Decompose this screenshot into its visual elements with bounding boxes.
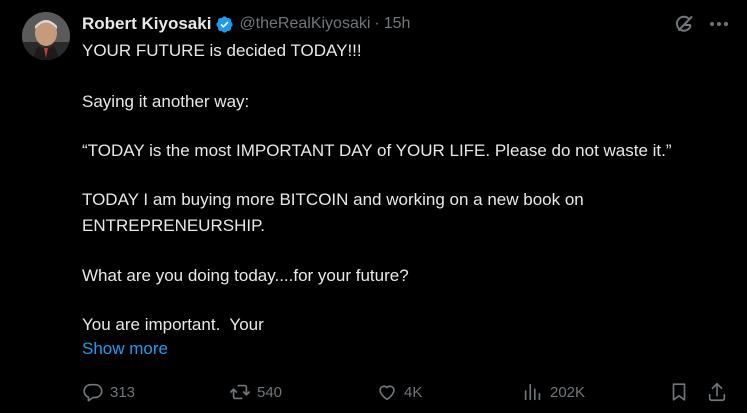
- bookmark-icon: [668, 381, 690, 403]
- tweet-paragraph-1: YOUR FUTURE is decided TODAY!!!: [82, 41, 362, 60]
- repost-button[interactable]: 540: [229, 378, 282, 406]
- grok-icon[interactable]: [673, 13, 695, 35]
- repost-count: 540: [257, 383, 283, 401]
- reply-button[interactable]: 313: [82, 378, 135, 406]
- like-button[interactable]: 4K: [376, 378, 422, 406]
- share-icon: [706, 381, 728, 403]
- tweet-header: Robert Kiyosaki @theRealKiyosaki · 15h: [82, 12, 410, 36]
- timestamp[interactable]: 15h: [384, 15, 411, 33]
- tweet-paragraph-5: What are you doing today....for your fut…: [82, 266, 409, 285]
- verified-badge-icon[interactable]: [215, 15, 234, 34]
- separator-dot: ·: [374, 15, 380, 32]
- tweet-paragraph-4: TODAY I am buying more BITCOIN and worki…: [82, 190, 584, 235]
- tweet-paragraph-6: You are important. Your: [82, 315, 264, 334]
- more-dots-icon[interactable]: [707, 12, 731, 36]
- tweet[interactable]: Robert Kiyosaki @theRealKiyosaki · 15h Y…: [0, 0, 747, 413]
- show-more-link[interactable]: Show more: [82, 339, 168, 359]
- views-chart-icon: [522, 381, 544, 403]
- avatar[interactable]: [22, 12, 70, 60]
- heart-icon: [376, 381, 398, 403]
- tweet-paragraph-2: Saying it another way:: [82, 92, 250, 111]
- views-button[interactable]: 202K: [522, 378, 585, 406]
- tweet-paragraph-3: “TODAY is the most IMPORTANT DAY of YOUR…: [82, 141, 672, 160]
- bookmark-button[interactable]: [668, 378, 690, 406]
- like-count: 4K: [404, 383, 423, 401]
- views-count: 202K: [550, 383, 586, 401]
- author-name[interactable]: Robert Kiyosaki: [82, 14, 211, 34]
- repost-icon: [229, 381, 251, 403]
- action-bar: 313 540 4K 202K: [0, 378, 747, 406]
- reply-bubble-icon: [82, 381, 104, 403]
- author-handle[interactable]: @theRealKiyosaki: [239, 15, 370, 33]
- share-button[interactable]: [706, 378, 728, 406]
- reply-count: 313: [110, 383, 136, 401]
